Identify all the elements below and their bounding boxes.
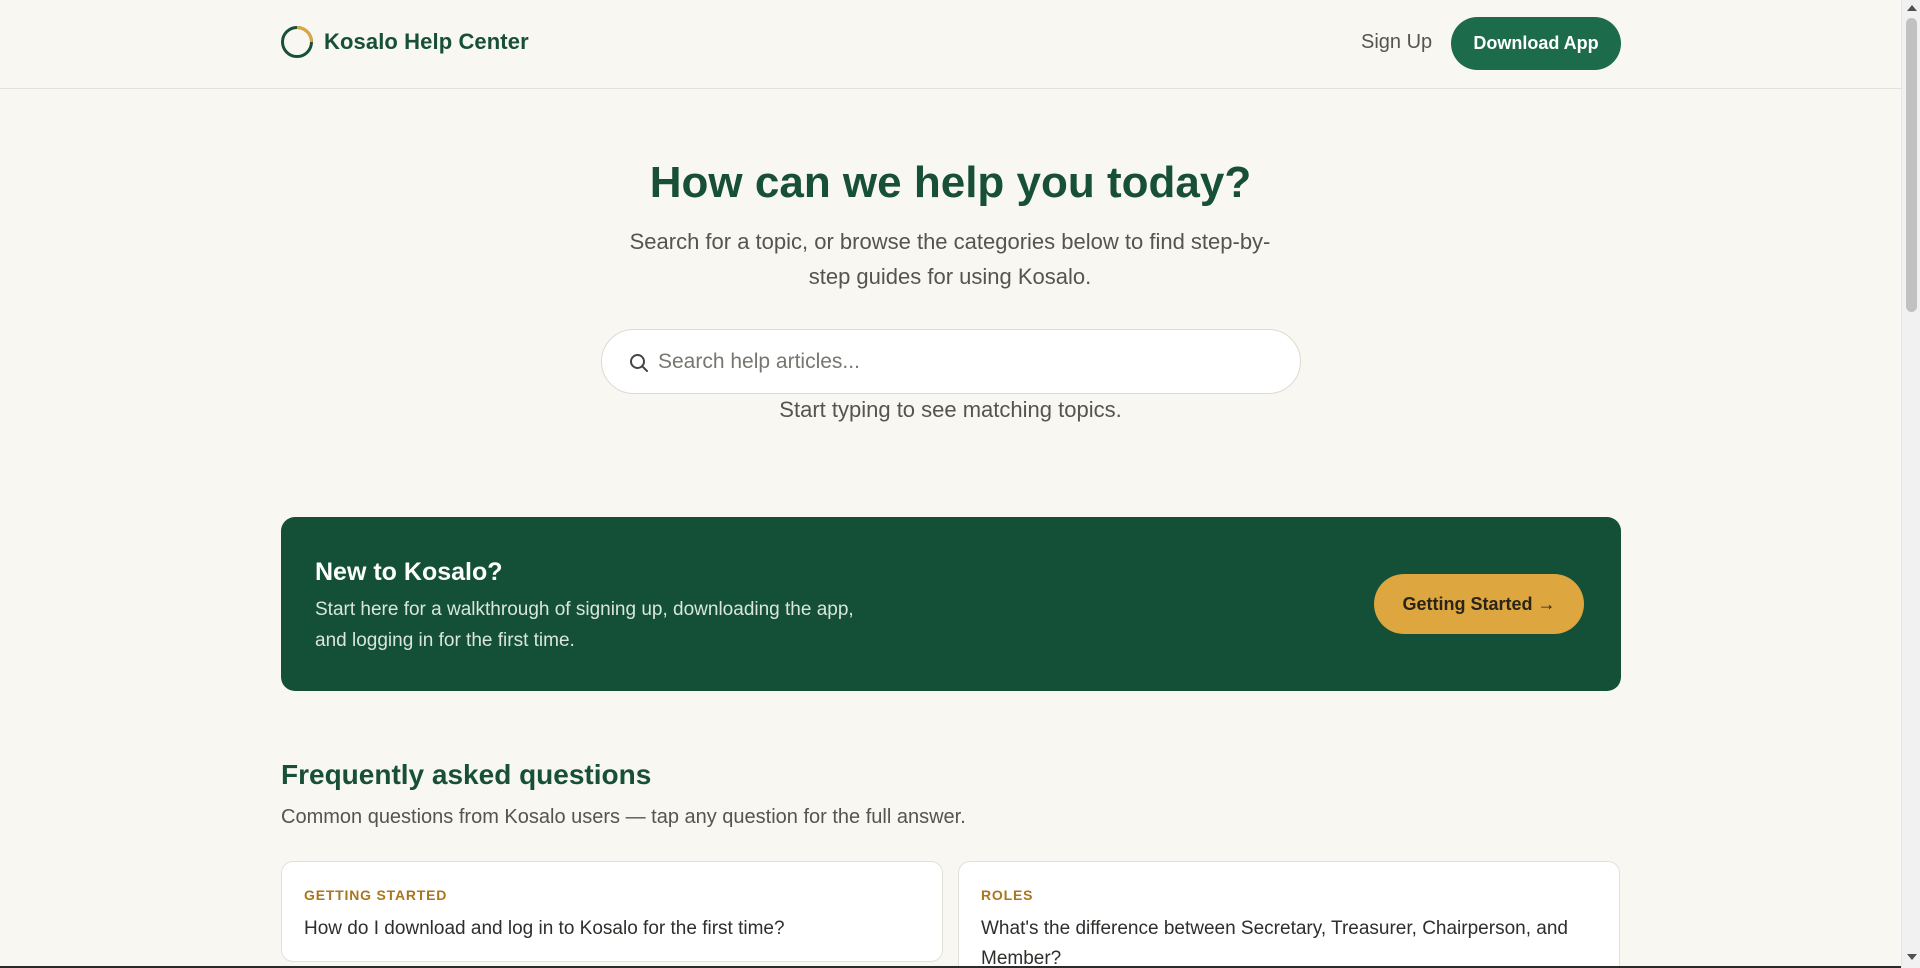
help-center-page: Kosalo Help Center Sign Up Download App … bbox=[0, 0, 1901, 968]
download-app-button[interactable]: Download App bbox=[1451, 17, 1621, 70]
search-input[interactable] bbox=[658, 330, 1278, 393]
faq-subtitle: Common questions from Kosalo users — tap… bbox=[281, 806, 966, 828]
faq-card[interactable]: ROLES What's the difference between Secr… bbox=[958, 861, 1620, 968]
ring-logo-icon bbox=[281, 26, 313, 58]
getting-started-button[interactable]: Getting Started → bbox=[1374, 574, 1584, 634]
new-user-banner: New to Kosalo? Start here for a walkthro… bbox=[281, 517, 1621, 691]
brand-name: Kosalo Help Center bbox=[324, 29, 529, 54]
vertical-scrollbar[interactable] bbox=[1901, 0, 1920, 968]
faq-category: ROLES bbox=[981, 887, 1034, 903]
scroll-up-arrow-icon[interactable] bbox=[1907, 5, 1917, 11]
faq-card[interactable]: GETTING STARTED How do I download and lo… bbox=[281, 861, 943, 962]
banner-text: Start here for a walkthrough of signing … bbox=[315, 599, 854, 651]
page-title: How can we help you today? bbox=[649, 158, 1252, 207]
brand-logo-link[interactable]: Kosalo Help Center bbox=[280, 25, 529, 59]
hero-subtitle: Search for a topic, or browse the catego… bbox=[629, 229, 1271, 289]
search-icon bbox=[630, 354, 648, 372]
faq-question: What's the difference between Secretary,… bbox=[981, 918, 1568, 968]
search-bar[interactable] bbox=[601, 329, 1301, 394]
scroll-down-arrow-icon[interactable] bbox=[1907, 954, 1917, 960]
faq-question: How do I download and log in to Kosalo f… bbox=[304, 918, 785, 939]
top-navbar: Kosalo Help Center Sign Up Download App bbox=[0, 0, 1901, 89]
faq-category: GETTING STARTED bbox=[304, 887, 448, 903]
faq-heading: Frequently asked questions bbox=[281, 759, 652, 790]
sign-up-link[interactable]: Sign Up bbox=[1361, 31, 1432, 54]
search-hint: Start typing to see matching topics. bbox=[779, 397, 1122, 422]
banner-title: New to Kosalo? bbox=[315, 558, 503, 586]
scrollbar-thumb[interactable] bbox=[1906, 18, 1917, 312]
